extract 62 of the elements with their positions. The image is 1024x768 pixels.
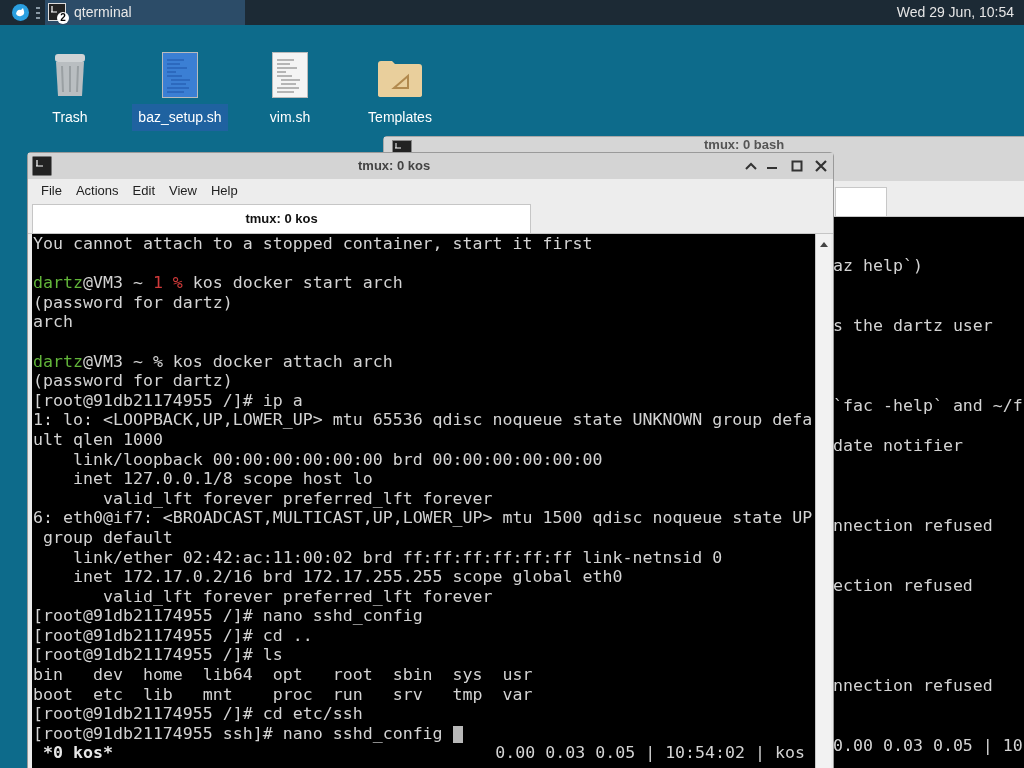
scroll-up-button[interactable] [818, 240, 829, 248]
terminal-line: [root@91db21174955 /]# nano sshd_config [33, 606, 423, 626]
icon-label[interactable]: vim.sh [263, 104, 317, 131]
terminal-line: nnection refused [833, 676, 993, 695]
icon-label[interactable]: baz_setup.sh [132, 104, 228, 131]
tab[interactable]: tmux: 0 kos [32, 204, 531, 233]
terminal-line: link/loopback 00:00:00:00:00:00 brd 00:00:00:00:00:00 [71, 449, 603, 470]
clock[interactable]: Wed 29 Jun, 10:54 [896, 2, 1014, 23]
status-info: 0.00 0.03 0.05 | 10:54:02 | kos [495, 743, 805, 764]
terminal-line: [root@91db21174955 /]# ls [33, 645, 283, 666]
icon-label[interactable]: Trash [46, 104, 94, 131]
terminal-line: ult qlen 1000 [33, 429, 163, 450]
app-menu-icon[interactable] [12, 4, 29, 21]
terminal-line: 1: lo: <LOOPBACK,UP,LOWER_UP> mtu 65536 qdisc noqueue state UNKNOWN group defa [33, 410, 813, 430]
terminal-line: az help`) [833, 256, 923, 275]
terminal-line: valid_lft forever preferred_lft forever [101, 586, 493, 607]
separator-handle-icon [36, 6, 40, 19]
terminal-line: nnection refused [833, 516, 993, 535]
terminal-line: date notifier [833, 436, 963, 455]
terminal-line: valid_lft forever preferred_lft forever [101, 488, 493, 509]
terminal-line: `fac -help` and ~/f [833, 396, 1023, 415]
terminal-line: [root@91db21174955 /]# ip a [33, 390, 303, 411]
terminal-line: 6: eth0@if7: <BROADCAST,MULTICAST,UP,LOWER_UP> mtu 1500 qdisc noqueue state UP [33, 508, 813, 528]
terminal-line: inet 172.17.0.2/16 brd 172.17.255.255 scope global eth0 [71, 567, 623, 587]
prompt-line: dartz@VM3 ~ % kos docker attach arch [33, 351, 393, 372]
trash-icon[interactable] [53, 52, 87, 98]
terminal-line: inet 127.0.0.1/8 scope host lo [71, 469, 373, 489]
menu-item[interactable]: File [34, 181, 69, 201]
window-title: tmux: 0 kos [358, 157, 431, 176]
taskbar-button[interactable]: 2 qterminal [45, 0, 245, 25]
terminal-line: (password for dartz) [33, 292, 233, 313]
task-label: qterminal [74, 3, 132, 22]
shade-button[interactable] [745, 161, 757, 171]
terminal-line: You cannot attach to a stopped container, start it first [33, 234, 593, 254]
terminal-icon [32, 156, 52, 176]
menu-item[interactable]: View [162, 181, 204, 201]
terminal-line: s the dartz user [833, 316, 993, 335]
terminal-line: link/ether 02:42:ac:11:00:02 brd ff:ff:ff:ff:ff:ff link-netnsid 0 [71, 547, 723, 568]
terminal-line: ection refused [833, 576, 973, 595]
menu-item[interactable]: Edit [125, 181, 162, 201]
terminal-line: 0.00 0.03 0.05 | 10 [833, 736, 1023, 755]
document-icon[interactable] [162, 52, 198, 98]
icon-label[interactable]: Templates [362, 104, 438, 131]
terminal-line: group default [42, 527, 173, 548]
menu-item[interactable]: Actions [68, 181, 126, 201]
text-cursor [452, 725, 463, 743]
terminal-line: boot etc lib mnt proc run srv tmp var [33, 684, 533, 705]
terminal-icon [48, 2, 66, 21]
prompt-line: dartz@VM3 ~ 1 % kos docker start arch [33, 273, 403, 293]
folder-icon[interactable] [377, 60, 423, 98]
terminal-line: bin dev home lib64 opt root sbin sys usr [33, 665, 533, 685]
menu-item[interactable]: Help [203, 181, 245, 201]
terminal-line: (password for dartz) [33, 371, 233, 391]
maximize-button[interactable] [791, 160, 803, 172]
status-window-label: *0 kos* [43, 743, 113, 764]
window-title: tmux: 0 bash [704, 137, 785, 152]
close-button[interactable] [815, 160, 827, 172]
terminal-line: [root@91db21174955 /]# cd etc/ssh [33, 704, 363, 724]
terminal-line: [root@91db21174955 ssh]# nano sshd_config [33, 723, 443, 744]
terminal-line: [root@91db21174955 /]# cd .. [33, 625, 313, 646]
terminal-line: arch [33, 312, 73, 332]
minimize-button[interactable] [766, 166, 778, 170]
